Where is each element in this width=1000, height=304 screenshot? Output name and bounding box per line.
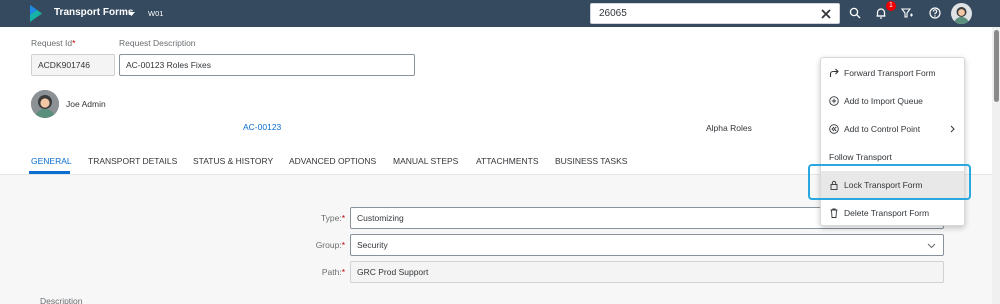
app-logo-icon[interactable]: [30, 5, 42, 22]
request-description-field[interactable]: AC-00123 Roles Fixes: [119, 54, 415, 76]
help-icon[interactable]: [928, 6, 942, 20]
trash-icon: [830, 208, 838, 218]
more-actions-menu: Forward Transport Form Add to Import Que…: [820, 57, 965, 226]
menu-item-label: Follow Transport: [829, 152, 892, 162]
notification-badge: 1: [886, 1, 896, 11]
request-link[interactable]: AC-00123: [243, 122, 281, 132]
rewind-circle-icon: [829, 124, 839, 134]
search-icon[interactable]: [848, 6, 862, 20]
requester-avatar-icon: [31, 90, 59, 118]
description-label: Description: [40, 296, 83, 304]
search-input[interactable]: 26065: [590, 3, 840, 24]
user-avatar-icon: [954, 7, 969, 24]
request-id-label: Request Id*: [31, 38, 76, 48]
search-value: 26065: [599, 8, 627, 19]
path-label: Path:*: [321, 267, 345, 277]
page-scrollbar-thumb[interactable]: [994, 30, 999, 102]
app-title[interactable]: Transport Forms: [54, 7, 133, 18]
request-description-label: Request Description: [119, 38, 196, 48]
request-id-field[interactable]: ACDK901746: [31, 54, 115, 76]
menu-item-label: Delete Transport Form: [844, 208, 930, 218]
filter-icon[interactable]: [900, 6, 914, 20]
path-field[interactable]: GRC Prod Support: [350, 261, 944, 283]
menu-item-label: Add to Import Queue: [844, 96, 923, 106]
menu-item-add-to-import-queue[interactable]: Add to Import Queue: [821, 87, 964, 115]
app-menu-caret-icon[interactable]: [127, 9, 136, 18]
menu-item-label: Add to Control Point: [844, 124, 921, 134]
tab-attachments[interactable]: ATTACHMENTS: [476, 156, 539, 166]
tab-manual-steps[interactable]: MANUAL STEPS: [393, 156, 458, 166]
tab-transport-details[interactable]: TRANSPORT DETAILS: [88, 156, 177, 166]
tab-general[interactable]: GENERAL: [31, 156, 72, 166]
forward-icon: [829, 68, 839, 77]
active-tab-indicator: [29, 171, 70, 174]
menu-item-add-to-control-point[interactable]: Add to Control Point: [821, 115, 964, 143]
menu-item-label: Forward Transport Form: [844, 68, 936, 78]
type-label: Type:*: [320, 213, 345, 223]
submenu-arrow-icon: [950, 125, 955, 133]
alpha-roles-text: Alpha Roles: [706, 123, 752, 133]
requester-name: Joe Admin: [66, 99, 106, 109]
app-subtitle: W01: [148, 9, 164, 18]
group-label: Group:*: [315, 240, 345, 250]
clear-search-icon[interactable]: [821, 9, 831, 19]
group-dropdown-chevron-icon[interactable]: [927, 241, 936, 250]
tab-advanced-options[interactable]: ADVANCED OPTIONS: [289, 156, 376, 166]
menu-item-delete-transport-form[interactable]: Delete Transport Form: [821, 199, 964, 227]
add-circle-icon: [829, 96, 839, 106]
requester-avatar: [31, 90, 59, 118]
user-avatar[interactable]: [951, 3, 972, 24]
highlight-outline: [808, 164, 971, 200]
tab-status-history[interactable]: STATUS & HISTORY: [193, 156, 273, 166]
group-select[interactable]: Security: [350, 234, 944, 256]
shell-bar: Transport Forms W01 26065 1: [0, 0, 1000, 27]
menu-item-forward-transport-form[interactable]: Forward Transport Form: [821, 59, 964, 87]
tab-business-tasks[interactable]: BUSINESS TASKS: [555, 156, 627, 166]
